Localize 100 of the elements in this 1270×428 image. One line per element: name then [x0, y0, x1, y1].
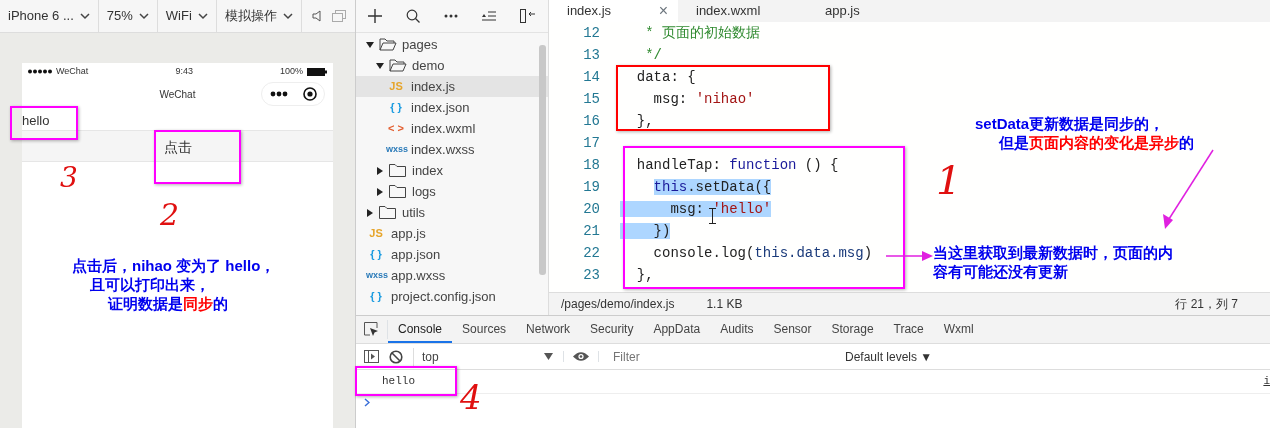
code-line: * 页面的初始数据: [644, 23, 760, 43]
handwritten-number: 3: [60, 164, 78, 192]
line-number: 12: [582, 23, 600, 43]
folder-icon: [389, 59, 407, 72]
speaker-icon[interactable]: [311, 10, 322, 22]
devtools-tab[interactable]: Sources: [452, 316, 517, 343]
file-type-icon: { }: [366, 288, 386, 305]
caret-right-icon: [376, 166, 384, 175]
devtools-tab[interactable]: Audits: [710, 316, 764, 343]
devtools-tab[interactable]: Trace: [883, 316, 934, 343]
more-icon[interactable]: [269, 91, 288, 97]
file-type-icon: { }: [386, 99, 406, 116]
file-item[interactable]: wxss app.wxss: [356, 265, 548, 286]
handwritten-number: 2: [160, 200, 180, 230]
folder-item[interactable]: pages: [356, 34, 548, 55]
code-line: msg: 'hello': [600, 198, 772, 220]
line-number: 20: [582, 199, 600, 219]
folder-icon: [389, 164, 407, 177]
editor-tab[interactable]: index.js ×: [549, 0, 678, 22]
devtools-tab[interactable]: Console: [388, 316, 453, 343]
dropdown-button[interactable]: WiFi: [157, 0, 217, 32]
file-item[interactable]: { } index.json: [356, 97, 548, 118]
folder-item[interactable]: demo: [356, 55, 548, 76]
line-number: 18: [582, 155, 600, 175]
chevron-icon: [282, 12, 293, 20]
file-item[interactable]: { } project.config.json: [356, 286, 548, 307]
devtools-tab[interactable]: Storage: [821, 316, 884, 343]
code-line: handleTap: function () {: [635, 155, 839, 175]
clear-icon[interactable]: [389, 349, 403, 364]
cursor-position: 行 21，列 7: [1175, 296, 1238, 313]
collapse-panel-icon[interactable]: [520, 9, 536, 23]
text-cursor-icon: [709, 208, 716, 224]
log-message: hello: [382, 374, 415, 390]
handwritten-number: 4: [460, 380, 482, 414]
message-text: hello: [22, 113, 50, 128]
line-number: 13: [582, 45, 600, 65]
caret-down-icon: [366, 40, 374, 49]
editor-tab[interactable]: index.wxml: [678, 0, 807, 22]
devtools-tab[interactable]: AppData: [643, 316, 711, 343]
file-item[interactable]: < > index.wxml: [356, 118, 548, 139]
file-path: /pages/demo/index.js: [561, 296, 675, 313]
clock-time: 9:43: [175, 64, 193, 78]
devtools-tab[interactable]: Network: [516, 316, 581, 343]
prompt-icon[interactable]: [364, 398, 370, 407]
chevron-icon: [197, 12, 208, 20]
folder-item[interactable]: utils: [356, 202, 548, 223]
code-line: data: {: [635, 67, 696, 87]
battery-percent: 100%: [279, 64, 303, 78]
chevron-icon: [138, 12, 149, 20]
devtools-tab[interactable]: Sensor: [763, 316, 822, 343]
carrier-label: WeChat: [56, 64, 89, 78]
dropdown-button[interactable]: iPhone 6 ...: [0, 0, 99, 32]
devtools-tab[interactable]: Wxml: [933, 316, 984, 343]
signal-icon: [28, 69, 52, 74]
battery-icon: [307, 67, 327, 76]
code-line: console.log(this.data.msg): [652, 243, 873, 263]
page-title: WeChat: [159, 87, 196, 102]
folder-icon: [379, 206, 397, 219]
context-select[interactable]: top: [413, 347, 553, 366]
dropdown-button[interactable]: 75%: [98, 0, 158, 32]
dropdown-arrow-icon: [544, 353, 553, 360]
handwritten-number: 1: [936, 160, 962, 200]
search-icon[interactable]: [406, 9, 420, 23]
line-number: 19: [582, 177, 600, 197]
code-line: },: [635, 265, 654, 285]
inspect-icon[interactable]: [364, 322, 379, 337]
line-number: 17: [582, 133, 600, 153]
folder-item[interactable]: logs: [356, 181, 548, 202]
file-type-icon: wxss: [386, 142, 406, 157]
close-icon[interactable]: ×: [658, 0, 668, 23]
file-type-icon: JS: [366, 225, 386, 242]
file-type-icon: { }: [366, 246, 386, 263]
add-icon[interactable]: [368, 9, 382, 23]
code-line: */: [644, 45, 662, 65]
file-type-icon: JS: [386, 78, 406, 95]
folder-item[interactable]: index: [356, 160, 548, 181]
log-levels-dropdown[interactable]: Default levels ▼: [839, 346, 939, 367]
close-target-icon[interactable]: [302, 87, 317, 101]
file-item[interactable]: { } app.json: [356, 244, 548, 265]
sidebar-toggle-icon[interactable]: [364, 350, 379, 363]
dropdown-button[interactable]: 模拟操作: [216, 0, 302, 32]
line-number: 14: [582, 67, 600, 87]
more-icon[interactable]: [444, 14, 458, 18]
eye-icon[interactable]: [572, 351, 590, 362]
code-line: },: [635, 111, 654, 131]
chevron-icon: [79, 12, 90, 20]
file-item[interactable]: JS index.js: [356, 76, 548, 97]
folder-icon: [389, 185, 407, 198]
sort-icon[interactable]: [482, 11, 496, 21]
line-number: 16: [582, 111, 600, 131]
source-link[interactable]: i: [1263, 373, 1270, 390]
editor-tab[interactable]: app.js: [807, 0, 936, 22]
annotation-note: 当这里获取到最新数据时，页面的内 容有可能还没有更新: [933, 243, 1173, 281]
annotation-note: 点击后，nihao 变为了 hello， 且可以打印出来， 证明数据是同步的: [72, 256, 276, 313]
devtools-tab[interactable]: Security: [580, 316, 644, 343]
code-line: msg: 'nihao': [652, 89, 755, 109]
file-item[interactable]: JS app.js: [356, 223, 548, 244]
tap-button[interactable]: 点击: [22, 130, 333, 162]
file-item[interactable]: wxss index.wxss: [356, 139, 548, 160]
scrollbar-thumb[interactable]: [539, 45, 546, 275]
